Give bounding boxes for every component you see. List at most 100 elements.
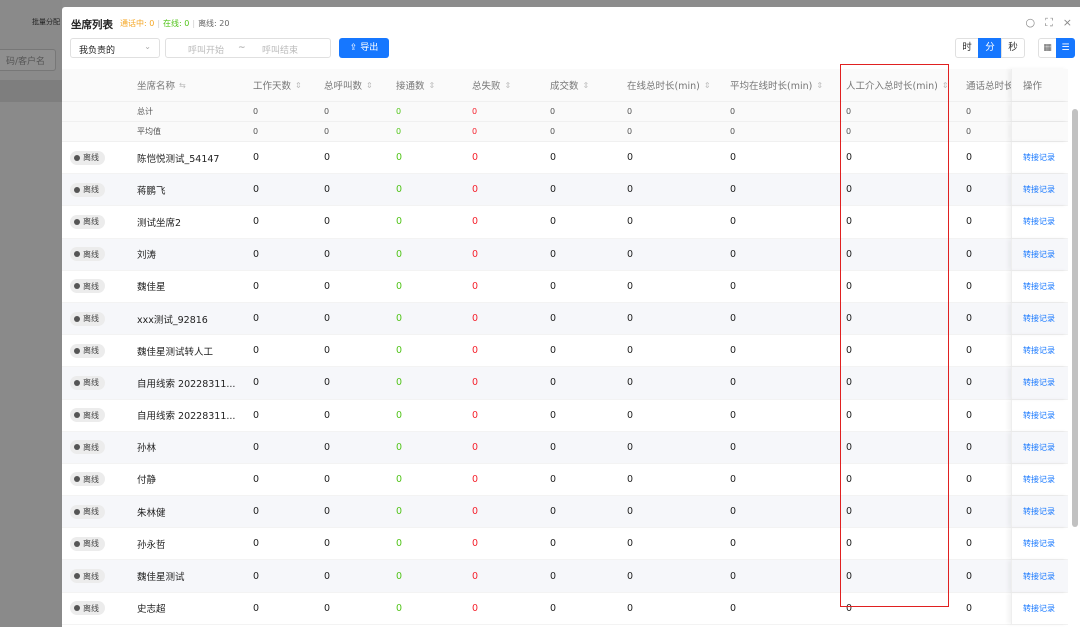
- unit-second-button[interactable]: 秒: [1001, 38, 1025, 58]
- column-header[interactable]: 成交数 ⇕: [550, 69, 589, 101]
- scrollbar-thumb[interactable]: [1072, 109, 1078, 527]
- table-row: 离线 刘涛 0 0 0 0 0 0 0 0 0 转接记录: [62, 238, 1068, 271]
- column-header-label: 工作天数: [253, 81, 292, 92]
- column-header[interactable]: 接通数 ⇕: [396, 69, 435, 101]
- metric-value: 0: [846, 152, 853, 164]
- metric-value: 0: [324, 216, 331, 228]
- column-header[interactable]: 坐席名称 ⇆: [137, 69, 186, 101]
- refresh-icon[interactable]: ○: [1025, 16, 1035, 30]
- status-cell: 离线: [70, 496, 105, 527]
- call-time-range-picker[interactable]: 呼叫开始 ~ 呼叫结束: [165, 38, 331, 58]
- metric-value: 0: [846, 570, 853, 582]
- metric-value: 0: [396, 345, 403, 357]
- fullscreen-icon[interactable]: ⛶: [1045, 16, 1053, 30]
- table-row: 离线 魏佳星 0 0 0 0 0 0 0 0 0 转接记录: [62, 270, 1068, 303]
- metric-value: 0: [550, 473, 557, 485]
- status-label: 离线: [83, 346, 99, 356]
- offline-count: 离线: 20: [198, 19, 230, 28]
- status-label: 离线: [83, 378, 99, 388]
- metric-value: 0: [966, 377, 973, 389]
- metric-value: 0: [966, 506, 973, 518]
- column-header[interactable]: 工作天数 ⇕: [253, 69, 302, 101]
- sort-icon[interactable]: ⇕: [583, 81, 590, 90]
- status-label: 离线: [83, 539, 99, 549]
- transfer-record-link[interactable]: 转接记录: [1023, 303, 1055, 334]
- column-header[interactable]: 人工介入总时长(min) ⇕: [846, 69, 949, 101]
- metric-value: 0: [627, 216, 634, 228]
- transfer-record-link[interactable]: 转接记录: [1023, 528, 1055, 559]
- metric-value: 0: [966, 184, 973, 196]
- transfer-record-link[interactable]: 转接记录: [1023, 174, 1055, 205]
- agent-name: 魏佳星测试: [137, 572, 185, 584]
- metric-value: 0: [627, 473, 634, 485]
- sort-icon[interactable]: ⇕: [429, 81, 436, 90]
- close-icon[interactable]: ×: [1063, 16, 1072, 30]
- column-header[interactable]: 总呼叫数 ⇕: [324, 69, 373, 101]
- metric-value: 0: [966, 345, 973, 357]
- metric-value: 0: [550, 538, 557, 550]
- column-header-label: 平均在线时长(min): [730, 81, 813, 92]
- transfer-record-link[interactable]: 转接记录: [1023, 496, 1055, 527]
- column-header[interactable]: 通话总时长: [966, 69, 1014, 101]
- summary-value: 0: [253, 127, 259, 136]
- metric-value: 0: [472, 345, 479, 357]
- sort-icon[interactable]: ⇕: [942, 81, 949, 90]
- sort-icon[interactable]: ⇕: [366, 81, 373, 90]
- export-button[interactable]: ⇪ 导出: [339, 38, 389, 58]
- status-badge: 离线: [70, 343, 105, 358]
- status-cell: 离线: [70, 593, 105, 624]
- status-cell: 离线: [70, 432, 105, 463]
- transfer-record-link[interactable]: 转接记录: [1023, 400, 1055, 431]
- column-header[interactable]: 平均在线时长(min) ⇕: [730, 69, 823, 101]
- transfer-record-link[interactable]: 转接记录: [1023, 560, 1055, 591]
- transfer-record-link[interactable]: 转接记录: [1023, 271, 1055, 302]
- metric-value: 0: [472, 602, 479, 614]
- scope-select[interactable]: 我负责的 ⌄: [70, 38, 160, 58]
- metric-value: 0: [550, 280, 557, 292]
- table-row: 离线 史志超 0 0 0 0 0 0 0 0 0 转接记录: [62, 592, 1068, 625]
- status-label: 离线: [83, 314, 99, 324]
- status-cell: 离线: [70, 303, 105, 334]
- range-start-input[interactable]: 呼叫开始: [188, 43, 224, 56]
- transfer-record-link[interactable]: 转接记录: [1023, 464, 1055, 495]
- metric-value: 0: [324, 506, 331, 518]
- status-badge: 离线: [70, 536, 105, 551]
- sort-icon[interactable]: ⇕: [816, 81, 823, 90]
- sort-icon[interactable]: ⇕: [295, 81, 302, 90]
- transfer-record-link[interactable]: 转接记录: [1023, 367, 1055, 398]
- transfer-record-link[interactable]: 转接记录: [1023, 239, 1055, 270]
- status-cell: 离线: [70, 174, 105, 205]
- metric-value: 0: [846, 602, 853, 614]
- list-view-icon[interactable]: ☰: [1056, 38, 1075, 58]
- transfer-record-link[interactable]: 转接记录: [1023, 142, 1055, 173]
- metric-value: 0: [396, 473, 403, 485]
- summary-value: 0: [324, 107, 330, 116]
- transfer-record-link[interactable]: 转接记录: [1023, 432, 1055, 463]
- status-label: 离线: [83, 507, 99, 517]
- metric-value: 0: [472, 280, 479, 292]
- metric-value: 0: [253, 473, 260, 485]
- metric-value: 0: [627, 441, 634, 453]
- unit-minute-button[interactable]: 分: [978, 38, 1002, 58]
- sort-icon[interactable]: ⇕: [704, 81, 711, 90]
- status-badge: 离线: [70, 182, 105, 197]
- card-view-icon[interactable]: ▦: [1038, 38, 1057, 58]
- column-header[interactable]: 在线总时长(min) ⇕: [627, 69, 711, 101]
- transfer-record-link[interactable]: 转接记录: [1023, 593, 1055, 624]
- header-tools: ○ ⛶ ×: [1025, 16, 1072, 30]
- metric-value: 0: [253, 441, 260, 453]
- status-badge: 离线: [70, 504, 105, 519]
- range-separator: ~: [238, 43, 246, 53]
- sort-icon[interactable]: ⇕: [505, 81, 512, 90]
- swap-sort-icon[interactable]: ⇆: [179, 81, 186, 90]
- column-header[interactable]: 总失败 ⇕: [472, 69, 511, 101]
- range-end-input[interactable]: 呼叫结束: [262, 43, 298, 56]
- transfer-record-link[interactable]: 转接记录: [1023, 206, 1055, 237]
- metric-value: 0: [472, 473, 479, 485]
- metric-value: 0: [627, 570, 634, 582]
- agent-name: 魏佳星测试转人工: [137, 346, 214, 358]
- transfer-record-link[interactable]: 转接记录: [1023, 335, 1055, 366]
- metric-value: 0: [730, 280, 737, 292]
- metric-value: 0: [846, 441, 853, 453]
- unit-hour-button[interactable]: 时: [955, 38, 979, 58]
